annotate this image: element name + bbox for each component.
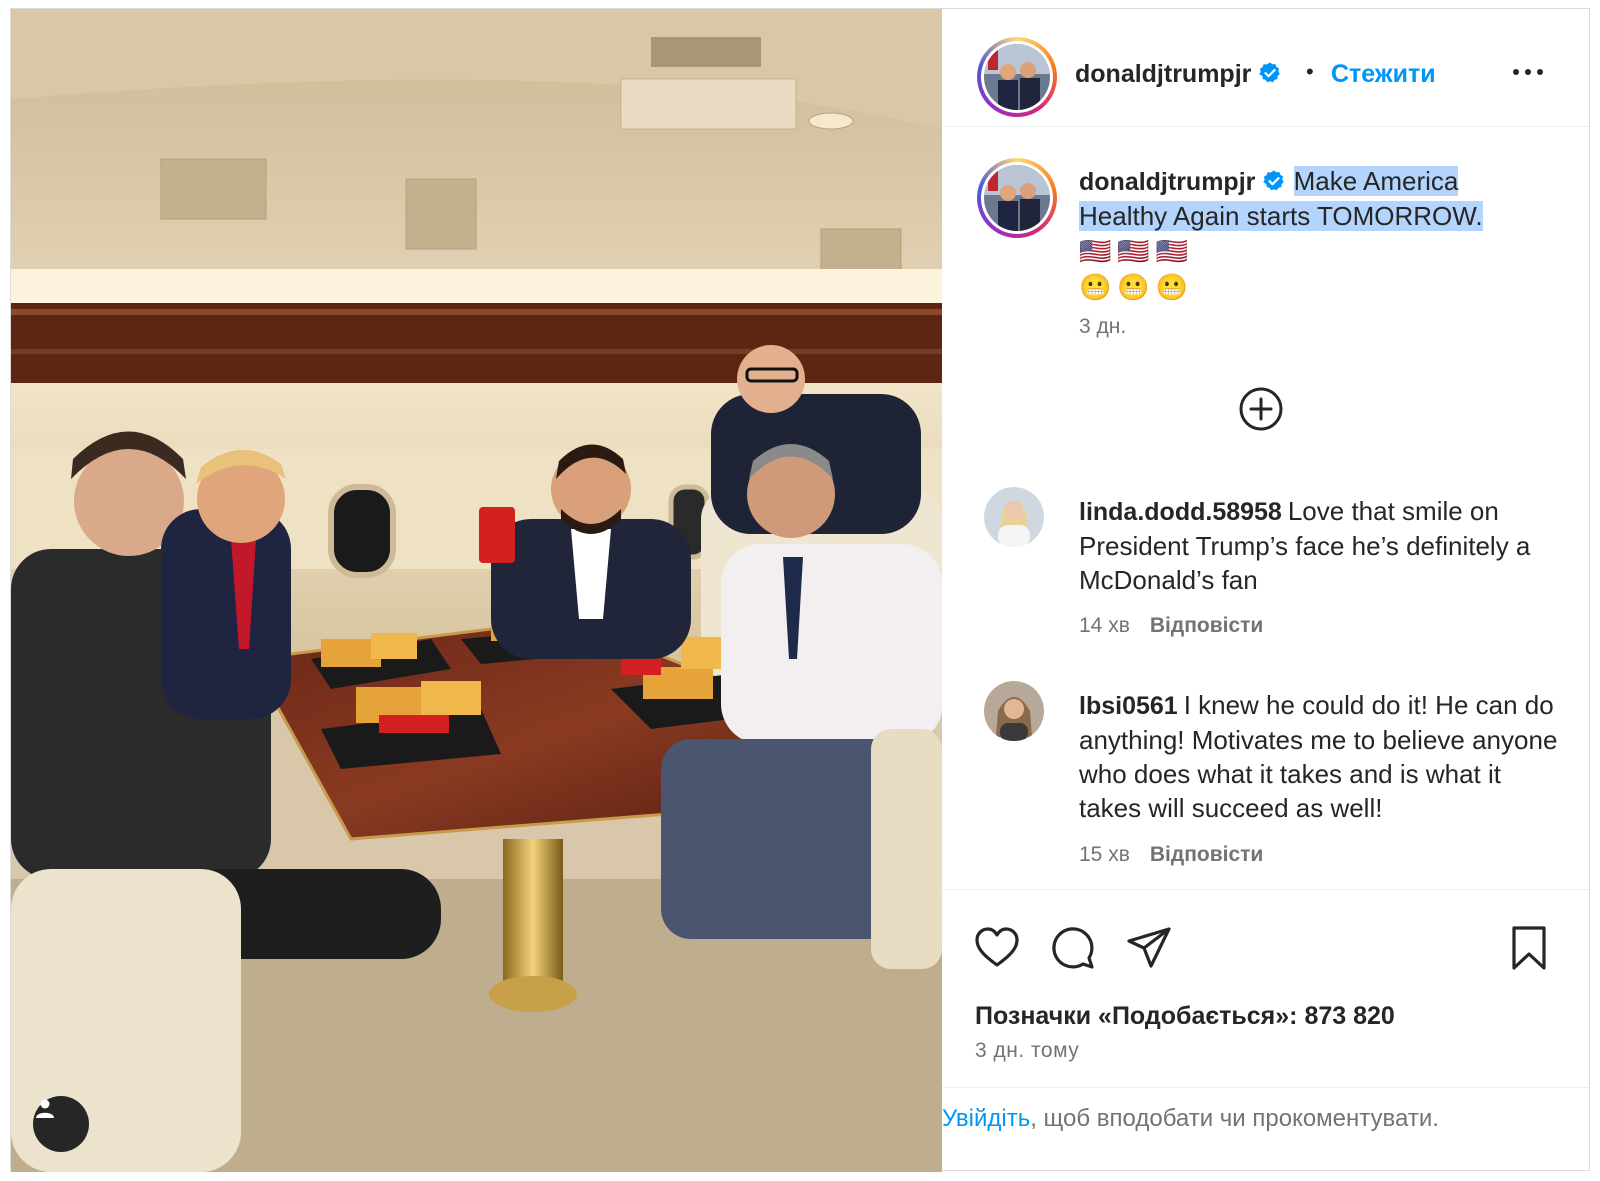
comment-timestamp[interactable]: 15 хв [1079, 843, 1130, 866]
post-photo[interactable] [11, 9, 942, 1172]
comment-meta: 14 хв Відповісти [1079, 614, 1263, 638]
login-prompt: Увійдіть, щоб вподобати чи прокоментуват… [942, 1087, 1589, 1170]
author-avatar[interactable] [977, 37, 1057, 117]
plus-circle-icon[interactable] [1238, 386, 1284, 432]
login-link[interactable]: Увійдіть [942, 1105, 1030, 1132]
commenter-avatar[interactable] [984, 681, 1044, 741]
caption-line-2: Healthy Again starts TOMORROW. [1079, 201, 1483, 231]
commenter-username[interactable]: linda.dodd.58958 [1079, 498, 1282, 526]
post-header: donaldjtrumpjr • Стежити [942, 9, 1589, 127]
caption-line-1: Make America [1293, 166, 1459, 196]
follow-button[interactable]: Стежити [1331, 60, 1436, 89]
post-actions: Позначки «Подобається»: 873 820 3 дн. то… [942, 889, 1589, 1089]
caption-emojis: 😬😬😬 [1079, 272, 1195, 302]
post-dialog: donaldjtrumpjr • Стежити donaldjtrumpjr … [10, 8, 1590, 1172]
reply-button[interactable]: Відповісти [1150, 843, 1263, 866]
login-prompt-text: , щоб вподобати чи прокоментувати. [1030, 1105, 1439, 1132]
heart-icon[interactable] [973, 924, 1021, 972]
paper-plane-icon[interactable] [1125, 924, 1173, 972]
more-options-icon[interactable] [1508, 58, 1548, 86]
reply-button[interactable]: Відповісти [1150, 614, 1263, 637]
verified-badge-icon [1259, 62, 1281, 83]
comment-meta: 15 хв Відповісти [1079, 843, 1263, 867]
separator-dot: • [1306, 59, 1314, 84]
comment-text: linda.dodd.58958 Love that smile on Presi… [1079, 494, 1569, 597]
caption-author-avatar[interactable] [977, 158, 1057, 238]
caption-username[interactable]: donaldjtrumpjr [1079, 168, 1286, 196]
verified-badge-icon [1263, 170, 1285, 191]
post-timestamp[interactable]: 3 дн. тому [975, 1039, 1079, 1063]
commenter-avatar[interactable] [984, 487, 1044, 547]
likes-count[interactable]: Позначки «Подобається»: 873 820 [975, 1002, 1395, 1031]
caption-text: donaldjtrumpjr Make America Healthy Agai… [1079, 164, 1559, 305]
author-username[interactable]: donaldjtrumpjr [1075, 60, 1282, 89]
comment-text: lbsi0561 I knew he could do it! He can do… [1079, 688, 1569, 825]
caption-flags: 🇺🇸🇺🇸🇺🇸 [1079, 236, 1195, 266]
jet-cabin-scene [11, 9, 942, 1172]
post-side-panel: donaldjtrumpjr • Стежити donaldjtrumpjr … [942, 9, 1589, 1170]
caption-timestamp[interactable]: 3 дн. [1079, 315, 1126, 339]
comment-bubble-icon[interactable] [1049, 924, 1097, 972]
user-tag-icon[interactable] [33, 1096, 89, 1152]
commenter-username[interactable]: lbsi0561 [1079, 692, 1178, 720]
comment-timestamp[interactable]: 14 хв [1079, 614, 1130, 637]
bookmark-icon[interactable] [1505, 924, 1553, 972]
